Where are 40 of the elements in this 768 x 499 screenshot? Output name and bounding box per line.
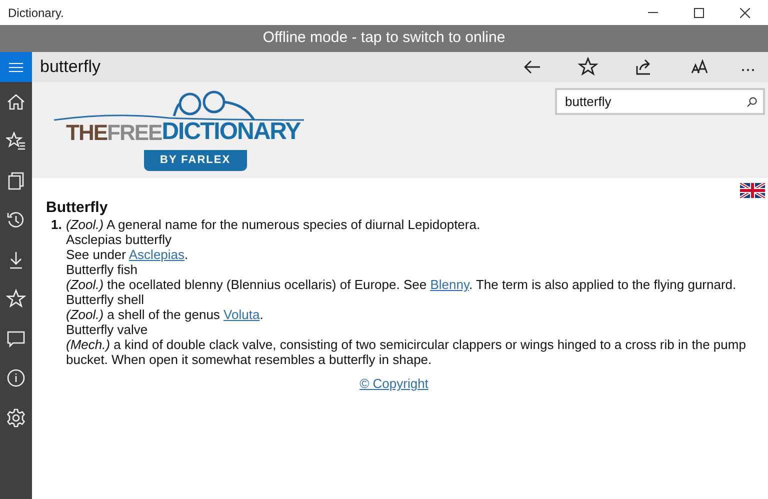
cross-reference-link[interactable]: Voluta xyxy=(224,307,260,322)
info-icon[interactable] xyxy=(6,368,26,388)
definition-line: (Zool.) a shell of the genus Voluta. xyxy=(66,307,264,322)
definition-line: Butterfly fish xyxy=(66,262,139,277)
maximize-icon xyxy=(694,8,704,18)
minimize-icon xyxy=(648,12,658,13)
definition-line: (Zool.) the ocellated blenny (Blennius ocellaris) of Europe. See Blenny. The term is also applied to the flying gurnard. xyxy=(66,277,738,292)
close-icon xyxy=(740,8,750,18)
settings-icon[interactable] xyxy=(6,408,26,428)
logo-the: THE xyxy=(66,122,107,144)
page-title: butterfly xyxy=(40,56,100,78)
flag-icon[interactable] xyxy=(740,183,765,198)
menu-button[interactable] xyxy=(0,52,32,82)
logo-free: FREE xyxy=(107,122,162,144)
copyright-link[interactable]: © Copyright xyxy=(360,376,428,391)
cross-reference-link[interactable]: Asclepias xyxy=(128,247,185,262)
offline-banner[interactable]: Offline mode - tap to switch to online xyxy=(0,25,768,52)
definition-line: Asclepias butterfly xyxy=(66,232,172,247)
starred-list-icon[interactable] xyxy=(6,131,26,152)
logo-byline: BY FARLEX xyxy=(144,150,247,170)
definition-line: See under Asclepias. xyxy=(66,247,190,262)
cards-icon[interactable] xyxy=(6,170,26,191)
home-icon[interactable] xyxy=(6,92,26,112)
definition-line: Butterfly valve xyxy=(66,322,149,337)
logo-dictionary: DICTIONARY xyxy=(162,120,300,144)
more-button[interactable]: ... xyxy=(728,52,768,82)
sense-number: 1. xyxy=(50,217,63,234)
definition-line: (Mech.) a kind of double clack valve, consisting of two semicircular clappers or wings hinged to a cross rib in the pump bucket. When open it somewhat resembles a butterfly in shape. xyxy=(66,337,747,367)
cross-reference-link[interactable]: Blenny xyxy=(430,277,469,292)
definition-line: (Zool.) A general name for the numerous species of diurnal Lepidoptera. xyxy=(66,217,482,232)
star-icon[interactable] xyxy=(6,289,26,310)
history-icon[interactable] xyxy=(6,210,26,230)
menu-icon xyxy=(9,62,23,72)
headword: Butterfly xyxy=(46,199,108,217)
comment-icon[interactable] xyxy=(6,328,26,349)
definition-line: Butterfly shell xyxy=(66,292,146,307)
search-field[interactable]: butterfly xyxy=(555,88,765,115)
favorite-icon xyxy=(578,57,598,77)
search-icon[interactable] xyxy=(747,97,757,107)
window-title: Dictionary. xyxy=(8,4,64,22)
